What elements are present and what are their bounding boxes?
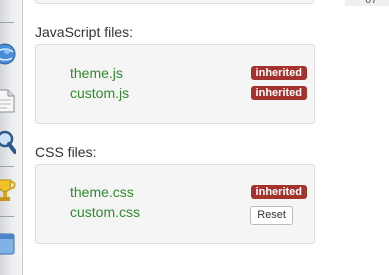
reset-button[interactable]: Reset (250, 206, 293, 225)
inherited-badge: inherited (250, 185, 307, 199)
file-row-custom-js: custom.js inherited (70, 83, 307, 103)
previous-panel (35, 0, 314, 4)
app-dock (0, 0, 23, 275)
file-row-theme-css: theme.css inherited (70, 182, 307, 202)
dock-separator (0, 166, 14, 167)
javascript-files-panel: theme.js inherited custom.js inherited (35, 44, 315, 124)
file-link-theme-js[interactable]: theme.js (70, 63, 123, 83)
dock-separator (0, 216, 14, 217)
window-icon[interactable] (0, 231, 16, 259)
inherited-badge: inherited (250, 66, 307, 80)
document-icon[interactable] (0, 86, 16, 114)
css-files-label: CSS files: (35, 144, 97, 160)
css-files-panel: theme.css inherited custom.css Reset (35, 164, 315, 244)
line-counter-value: 67 (365, 0, 378, 6)
file-link-theme-css[interactable]: theme.css (70, 182, 134, 202)
file-row-theme-js: theme.js inherited (70, 63, 307, 83)
javascript-files-label: JavaScript files: (35, 24, 134, 40)
trophy-icon[interactable] (0, 176, 16, 204)
line-counter: 67 (345, 0, 389, 6)
dock-separator (0, 22, 14, 23)
globe-icon[interactable] (0, 40, 16, 68)
file-link-custom-css[interactable]: custom.css (70, 202, 140, 222)
file-row-custom-css: custom.css Reset (70, 202, 307, 225)
magnifier-icon[interactable] (0, 128, 17, 156)
file-link-custom-js[interactable]: custom.js (70, 83, 129, 103)
inherited-badge: inherited (250, 86, 307, 100)
